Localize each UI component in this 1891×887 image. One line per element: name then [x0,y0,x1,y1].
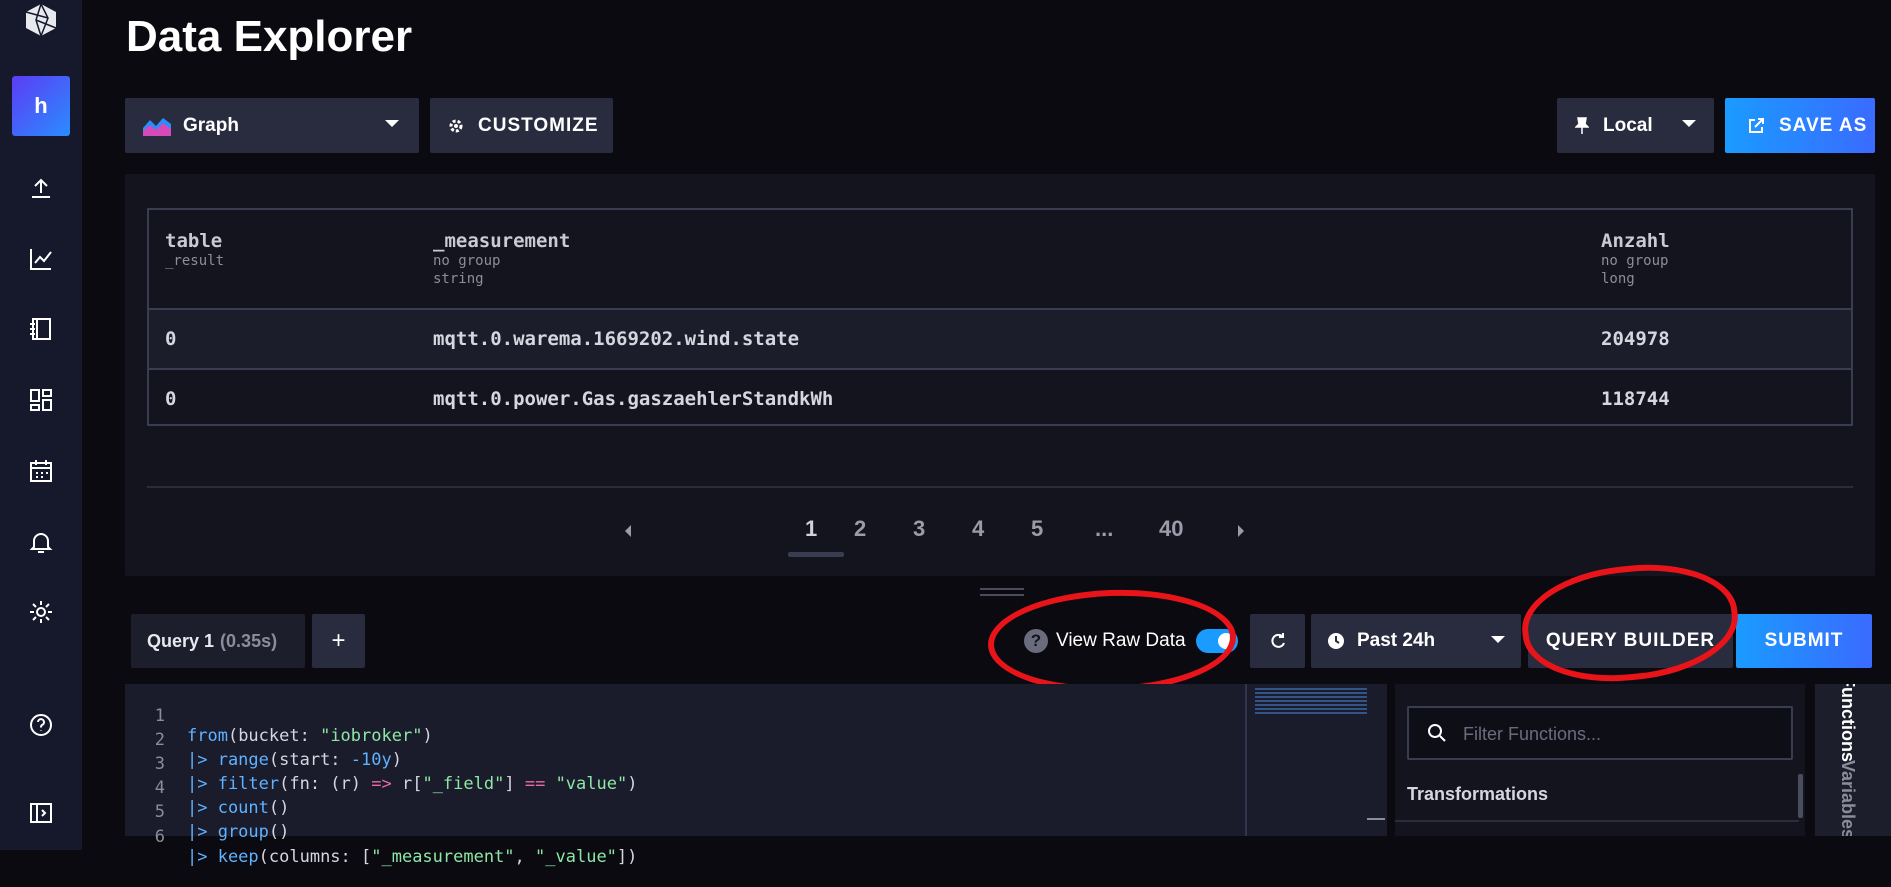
column-group: _result [165,253,225,269]
table-cell: 118744 [1601,388,1670,410]
gear-icon[interactable] [24,595,58,629]
logo-icon[interactable] [22,2,60,38]
gear-icon [449,119,463,132]
timezone-label: Local [1603,114,1653,136]
upload-icon[interactable] [24,172,58,206]
filter-functions-field [1407,706,1793,760]
notebook-icon[interactable] [24,312,58,346]
org-avatar-button[interactable]: h [12,76,70,136]
calendar-icon[interactable] [24,454,58,488]
time-range-label: Past 24h [1357,630,1436,651]
code-line: 1 from(bucket: "iobroker") [125,686,1225,746]
chevron-down-icon [1491,636,1505,643]
code-line: 3 |> filter(fn: (r) => r["_field"] == "v… [125,734,1225,794]
refresh-button[interactable] [1250,614,1305,668]
chevron-left-icon[interactable] [623,524,633,538]
pagination: 1 2 3 4 5 ... 40 [125,508,1875,557]
code-line: 6 |> keep(columns: ["_measurement", "_va… [125,807,1225,867]
results-panel: table _result _measurement no group stri… [125,174,1875,576]
dashboards-icon[interactable] [24,383,58,417]
chevron-right-icon[interactable] [1236,524,1246,538]
results-table: table _result _measurement no group stri… [147,208,1853,426]
annotation-circle [986,585,1238,697]
page-ellipsis: ... [1095,516,1114,541]
save-as-button[interactable]: SAVE AS [1725,98,1875,153]
page-4[interactable]: 4 [972,516,984,542]
functions-scrollbar[interactable] [1798,774,1803,818]
sidebar: h [0,0,82,850]
transformations-heading: Transformations [1407,784,1549,804]
pin-icon [1575,116,1589,134]
customize-button[interactable]: CUSTOMIZE [430,98,613,153]
column-header-anzahl[interactable]: Anzahl no group long [1601,210,1670,308]
query-tab-time: (0.35s) [220,630,278,651]
chevron-down-icon [385,120,399,127]
page-title: Data Explorer [126,12,413,61]
current-page-indicator [788,552,844,557]
resize-handle[interactable] [980,588,1024,596]
minimap[interactable] [1255,688,1367,714]
column-name: table [165,230,223,252]
side-tabs: Functions Variables [1815,684,1891,836]
column-name: _measurement [433,230,571,252]
scrollbar[interactable] [1367,818,1385,820]
table-row: 0 mqtt.0.warema.1669202.wind.state 20497… [149,310,1851,368]
graph-icon[interactable] [24,242,58,276]
column-type: string [433,271,484,287]
page-3[interactable]: 3 [913,516,925,542]
page-1[interactable]: 1 [805,516,817,542]
pagination-divider [147,486,1853,488]
filter-functions-input[interactable] [1461,708,1785,760]
tab-functions[interactable]: Functions [1837,684,1858,762]
code-line: 5 |> group() [125,782,1225,842]
clock-icon [1328,633,1344,649]
line-number: 6 [154,827,165,847]
query-tab[interactable]: Query 1 (0.35s) [131,614,305,668]
column-group: no group [433,253,501,269]
help-icon[interactable] [24,708,58,742]
page-2[interactable]: 2 [854,516,866,542]
column-header-measurement[interactable]: _measurement no group string [433,210,570,308]
graph-type-icon [143,117,171,136]
column-type: long [1601,271,1635,287]
customize-label: CUSTOMIZE [478,114,599,136]
column-group: no group [1601,253,1669,269]
save-as-label: SAVE AS [1779,114,1868,136]
minimap-divider [1245,684,1247,836]
code-line: 2 |> range(start: -10y) [125,710,1225,770]
column-name: Anzahl [1601,230,1670,252]
org-initial: h [34,93,48,118]
time-range-dropdown[interactable]: Past 24h [1311,614,1521,668]
chevron-down-icon [1682,120,1696,127]
external-link-icon [1749,117,1764,133]
table-cell: 0 [165,328,177,350]
table-cell: mqtt.0.power.Gas.gaszaehlerStandkWh [433,388,834,410]
submit-button[interactable]: SUBMIT [1736,614,1872,668]
visualization-type-dropdown[interactable]: Graph [125,98,419,153]
add-query-button[interactable]: + [312,614,365,668]
table-row: 0 mqtt.0.power.Gas.gaszaehlerStandkWh 11… [149,370,1851,428]
query-tab-name: Query 1 [147,630,215,651]
code-line: 4 |> count() [125,758,1225,818]
collapse-icon[interactable] [24,796,58,830]
bell-icon[interactable] [24,525,58,559]
table-cell: mqtt.0.warema.1669202.wind.state [433,328,800,350]
timezone-dropdown[interactable]: Local [1557,98,1714,153]
functions-panel: Transformations [1395,684,1805,836]
tab-variables[interactable]: Variables [1837,760,1858,836]
flux-editor[interactable]: 1 from(bucket: "iobroker") 2 |> range(st… [125,684,1387,867]
column-header-table[interactable]: table _result [165,210,224,308]
search-icon [1428,724,1446,742]
refresh-icon [1270,633,1285,648]
page-5[interactable]: 5 [1031,516,1043,542]
visualization-type-label: Graph [183,114,239,136]
section-divider [1395,820,1799,822]
table-cell: 204978 [1601,328,1670,350]
table-cell: 0 [165,388,177,410]
page-40[interactable]: 40 [1159,516,1183,542]
